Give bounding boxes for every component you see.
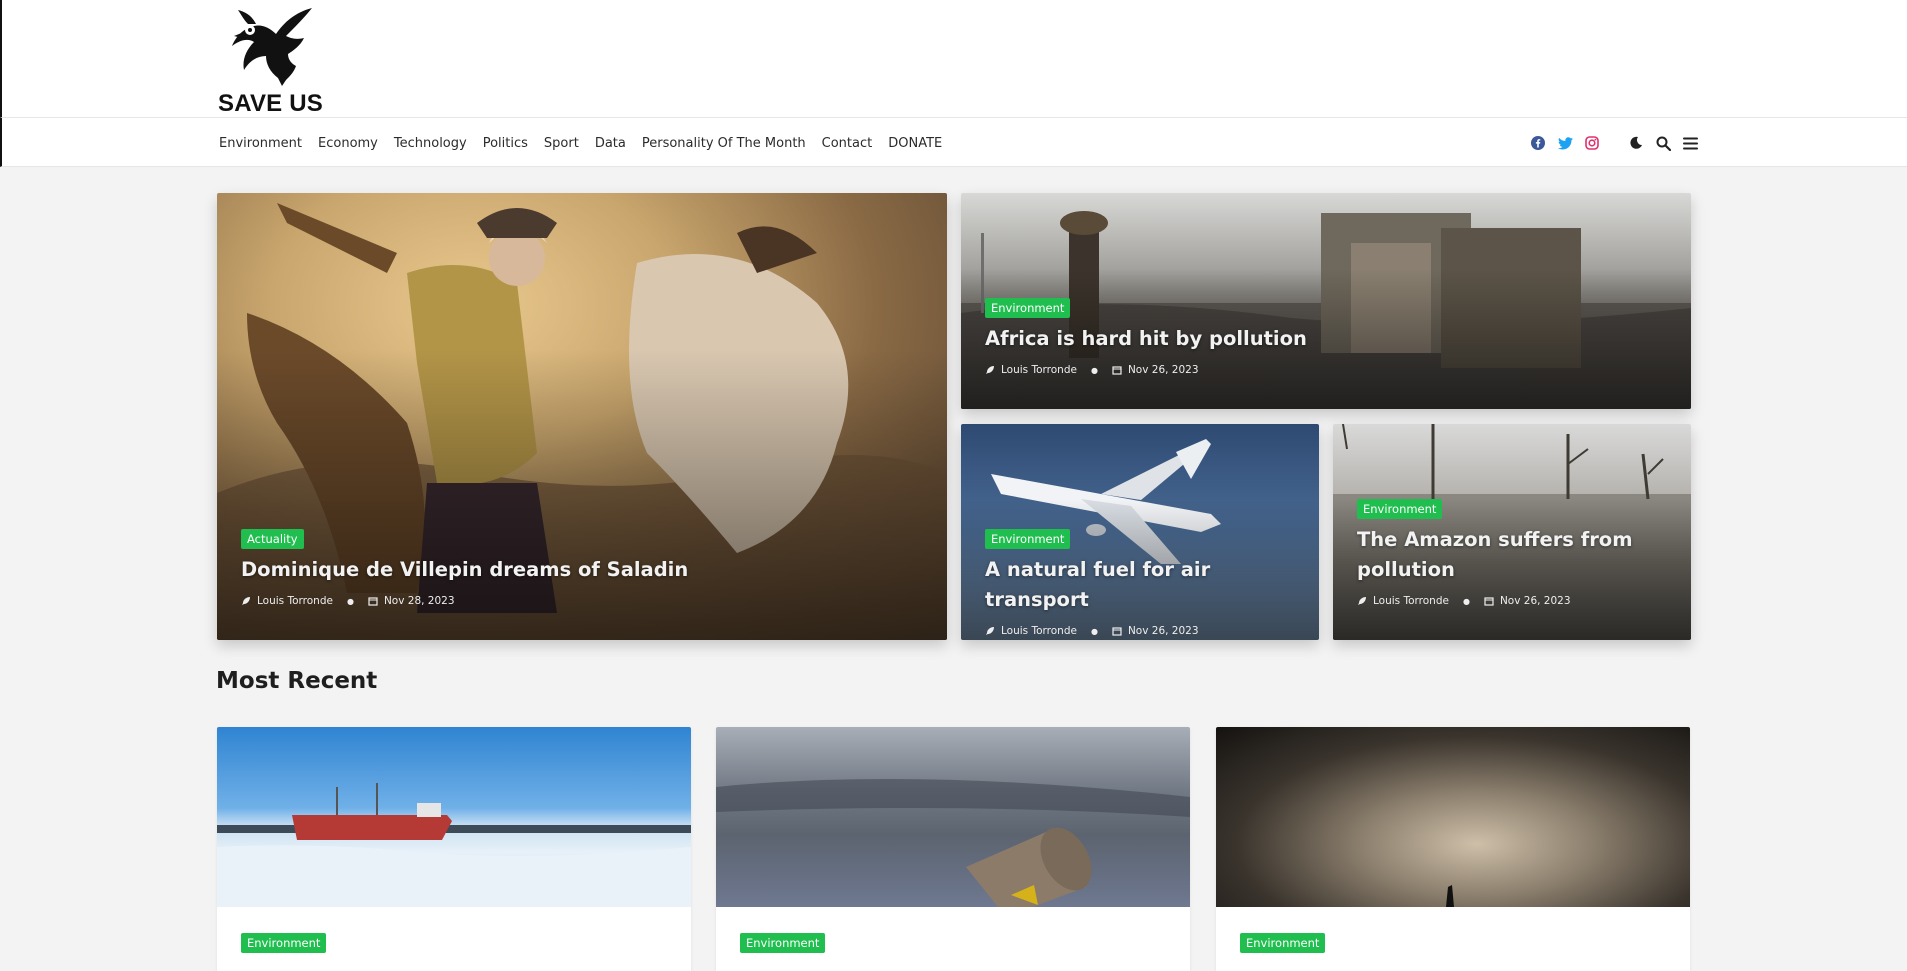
author-name[interactable]: Louis Torronde: [1373, 595, 1449, 607]
meta-separator: ●: [346, 596, 354, 606]
nav-link-contact[interactable]: Contact: [822, 136, 873, 151]
article-date: Nov 26, 2023: [1127, 364, 1199, 376]
article-meta: Louis Torronde ● Nov 26, 2023: [1357, 595, 1671, 607]
dark-mode-icon[interactable]: [1626, 133, 1646, 153]
recent-card-3[interactable]: Environment: [1216, 727, 1690, 971]
nav-link-personality[interactable]: Personality Of The Month: [642, 136, 806, 151]
author-name[interactable]: Louis Torronde: [1001, 625, 1077, 637]
nav-link-technology[interactable]: Technology: [394, 136, 467, 151]
article-meta: Louis Torronde ● Nov 28, 2023: [241, 595, 927, 607]
nav-link-donate[interactable]: DONATE: [888, 136, 942, 151]
article-title[interactable]: Africa is hard hit by pollution: [985, 324, 1671, 354]
category-badge[interactable]: Environment: [740, 933, 826, 953]
feather-icon: [1358, 597, 1366, 605]
logo-text: SAVE US: [218, 90, 323, 117]
calendar-icon: [1484, 597, 1494, 606]
recent-card-2[interactable]: Environment: [716, 727, 1190, 971]
calendar-icon: [1112, 627, 1122, 636]
author-name[interactable]: Louis Torronde: [257, 595, 333, 607]
feather-icon: [242, 597, 250, 605]
hero-card-amazon[interactable]: Environment The Amazon suffers from poll…: [1333, 424, 1691, 640]
article-title[interactable]: A natural fuel for air transport: [985, 555, 1299, 615]
nav-link-politics[interactable]: Politics: [483, 136, 528, 151]
hero-info: Environment Africa is hard hit by pollut…: [985, 297, 1671, 376]
category-badge[interactable]: Environment: [985, 298, 1071, 318]
hero-info: Actuality Dominique de Villepin dreams o…: [241, 528, 927, 607]
meta-separator: ●: [1090, 365, 1098, 375]
nav-links: Environment Economy Technology Politics …: [219, 118, 942, 168]
section-title-most-recent: Most Recent: [216, 668, 378, 694]
site-header: SAVE US: [0, 0, 1907, 117]
site-logo[interactable]: SAVE US: [218, 6, 328, 117]
eagle-logo-icon: [232, 8, 312, 86]
hero-card-air-transport[interactable]: Environment A natural fuel for air trans…: [961, 424, 1319, 640]
instagram-icon[interactable]: [1582, 133, 1602, 153]
article-date: Nov 28, 2023: [383, 595, 455, 607]
feather-icon: [986, 366, 994, 374]
nav-link-economy[interactable]: Economy: [318, 136, 378, 151]
facebook-icon[interactable]: [1528, 133, 1548, 153]
recent-card-1[interactable]: Environment: [217, 727, 691, 971]
nav-link-data[interactable]: Data: [595, 136, 626, 151]
nav-link-sport[interactable]: Sport: [544, 136, 579, 151]
calendar-icon: [1112, 366, 1122, 375]
category-badge[interactable]: Environment: [1240, 933, 1326, 953]
hero-info: Environment A natural fuel for air trans…: [985, 528, 1299, 637]
article-meta: Louis Torronde ● Nov 26, 2023: [985, 625, 1299, 637]
menu-icon[interactable]: [1680, 133, 1700, 153]
hero-card-africa[interactable]: Environment Africa is hard hit by pollut…: [961, 193, 1691, 409]
hero-info: Environment The Amazon suffers from poll…: [1357, 498, 1671, 607]
recent-image-barrel: [716, 727, 1190, 907]
article-meta: Louis Torronde ● Nov 26, 2023: [985, 364, 1671, 376]
meta-separator: ●: [1090, 626, 1098, 636]
author-name[interactable]: Louis Torronde: [1001, 364, 1077, 376]
search-icon[interactable]: [1653, 133, 1673, 153]
calendar-icon: [368, 597, 378, 606]
twitter-icon[interactable]: [1555, 133, 1575, 153]
category-badge[interactable]: Actuality: [241, 529, 304, 549]
nav-icons: [1528, 118, 1707, 168]
category-badge[interactable]: Environment: [985, 529, 1071, 549]
recent-image-ship: [217, 727, 691, 907]
recent-image-dust: [1216, 727, 1690, 907]
article-date: Nov 26, 2023: [1127, 625, 1199, 637]
category-badge[interactable]: Environment: [1357, 499, 1443, 519]
feather-icon: [986, 627, 994, 635]
article-date: Nov 26, 2023: [1499, 595, 1571, 607]
nav-link-environment[interactable]: Environment: [219, 136, 302, 151]
article-title[interactable]: The Amazon suffers from pollution: [1357, 525, 1671, 585]
hero-card-featured[interactable]: Actuality Dominique de Villepin dreams o…: [217, 193, 947, 640]
category-badge[interactable]: Environment: [241, 933, 327, 953]
meta-separator: ●: [1462, 596, 1470, 606]
main-navbar: Environment Economy Technology Politics …: [0, 117, 1907, 167]
article-title[interactable]: Dominique de Villepin dreams of Saladin: [241, 555, 927, 585]
